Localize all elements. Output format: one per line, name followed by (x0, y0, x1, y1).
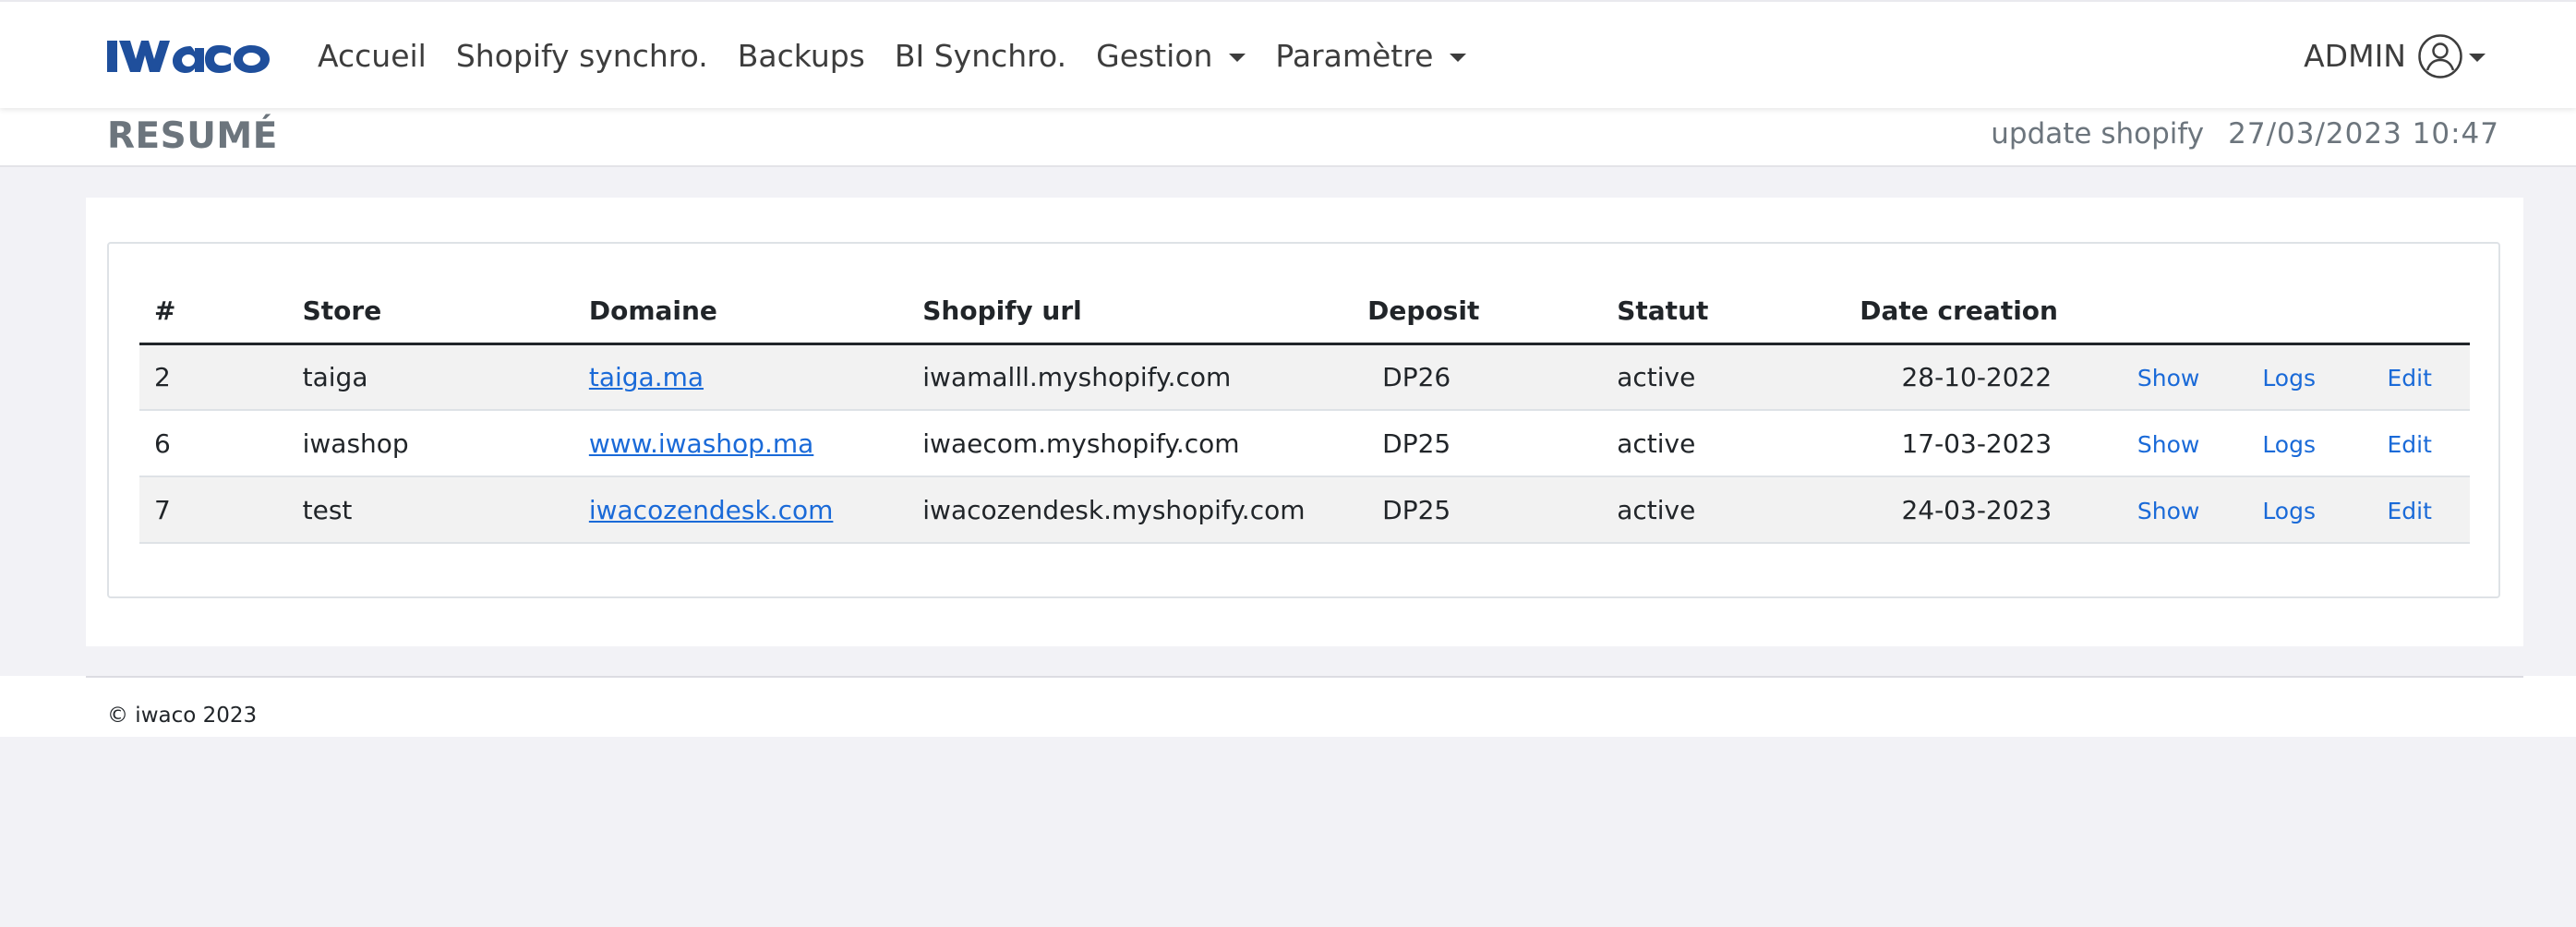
column-header-shopify-url: Shopify url (908, 279, 1354, 345)
cell-show: Show (2108, 476, 2229, 544)
column-header-action (2228, 279, 2350, 345)
column-header-date-creation: Date creation (1845, 279, 2109, 345)
nav-item-shopify-synchro[interactable]: Shopify synchro. (456, 38, 708, 74)
nav-item-label: BI Synchro. (894, 38, 1067, 74)
nav-dropdown-parametre[interactable]: Paramètre (1275, 38, 1467, 74)
nav-item-label: Accueil (318, 38, 427, 74)
update-date: 27/03/2023 10:47 (2228, 117, 2499, 150)
cell-statut: active (1602, 410, 1846, 477)
cell-store: test (287, 476, 574, 544)
column-header-action (2108, 279, 2229, 345)
cell-id: 7 (139, 476, 288, 544)
cell-store: iwashop (287, 410, 574, 477)
page-footer: © iwaco 2023 (0, 676, 2576, 737)
nav-item-label: Backups (737, 38, 865, 74)
cell-date-creation: 17-03-2023 (1845, 410, 2109, 477)
cell-edit: Edit (2349, 343, 2470, 411)
copyright-text: © iwaco 2023 (107, 704, 258, 728)
iwaco-logo-graphic (107, 41, 270, 73)
iwaco-logo[interactable] (105, 35, 273, 79)
logs-link[interactable]: Logs (2262, 498, 2316, 524)
update-shopify-info: update shopify 27/03/2023 10:47 (1991, 117, 2499, 150)
domain-link[interactable]: www.iwashop.ma (589, 428, 813, 459)
cell-domain: taiga.ma (573, 343, 909, 411)
cell-id: 6 (139, 410, 288, 477)
stores-card: # Store Domaine Shopify url Deposit Stat… (107, 242, 2500, 598)
edit-link[interactable]: Edit (2388, 365, 2432, 391)
column-header-domaine: Domaine (573, 279, 909, 345)
top-navbar: Accueil Shopify synchro. Backups BI Sync… (0, 0, 2576, 108)
cell-shopify-url: iwaecom.myshopify.com (908, 410, 1354, 477)
cell-domain: www.iwashop.ma (573, 410, 909, 477)
nav-item-bi-synchro[interactable]: BI Synchro. (895, 38, 1066, 74)
cell-date-creation: 24-03-2023 (1845, 476, 2109, 544)
cell-deposit: DP25 (1353, 476, 1603, 544)
cell-shopify-url: iwamalll.myshopify.com (908, 343, 1354, 411)
show-link[interactable]: Show (2137, 498, 2199, 524)
show-link[interactable]: Show (2137, 431, 2199, 458)
logs-link[interactable]: Logs (2262, 365, 2316, 391)
cell-date-creation: 28-10-2022 (1845, 343, 2109, 411)
column-header-store: Store (287, 279, 574, 345)
user-name-label: ADMIN (2304, 38, 2406, 74)
table-row: 7 test iwacozendesk.com iwacozendesk.mys… (139, 476, 2470, 544)
cell-store: taiga (287, 343, 574, 411)
show-link[interactable]: Show (2137, 365, 2199, 391)
table-row: 6 iwashop www.iwashop.ma iwaecom.myshopi… (139, 410, 2470, 477)
column-header-statut: Statut (1602, 279, 1846, 345)
caret-down-icon (2469, 54, 2486, 62)
edit-link[interactable]: Edit (2388, 498, 2432, 524)
cell-edit: Edit (2349, 476, 2470, 544)
cell-logs: Logs (2228, 476, 2350, 544)
table-row: 2 taiga taiga.ma iwamalll.myshopify.com … (139, 343, 2470, 411)
page-header: RESUMÉ update shopify 27/03/2023 10:47 (0, 108, 2576, 167)
logs-link[interactable]: Logs (2262, 431, 2316, 458)
stores-table: # Store Domaine Shopify url Deposit Stat… (139, 279, 2470, 544)
nav-item-label: Gestion (1096, 38, 1213, 74)
nav-item-backups[interactable]: Backups (738, 38, 865, 74)
page-title: RESUMÉ (107, 115, 278, 157)
caret-down-icon (1229, 54, 1246, 62)
cell-logs: Logs (2228, 343, 2350, 411)
cell-id: 2 (139, 343, 288, 411)
column-header-action (2349, 279, 2470, 345)
cell-deposit: DP26 (1353, 343, 1603, 411)
cell-show: Show (2108, 343, 2229, 411)
cell-show: Show (2108, 410, 2229, 477)
footer-divider (86, 676, 2523, 678)
nav-item-label: Shopify synchro. (455, 38, 708, 74)
edit-link[interactable]: Edit (2388, 431, 2432, 458)
column-header-id: # (139, 279, 288, 345)
main-nav: Accueil Shopify synchro. Backups BI Sync… (318, 2, 1496, 110)
main-content: # Store Domaine Shopify url Deposit Stat… (86, 198, 2523, 646)
cell-logs: Logs (2228, 410, 2350, 477)
nav-dropdown-gestion[interactable]: Gestion (1096, 38, 1246, 74)
nav-item-accueil[interactable]: Accueil (318, 38, 427, 74)
user-circle-icon (2417, 33, 2463, 79)
column-header-deposit: Deposit (1353, 279, 1603, 345)
update-label: update shopify (1991, 117, 2205, 150)
domain-link[interactable]: iwacozendesk.com (589, 495, 834, 525)
nav-item-label: Paramètre (1275, 38, 1434, 74)
cell-domain: iwacozendesk.com (573, 476, 909, 544)
cell-deposit: DP25 (1353, 410, 1603, 477)
user-menu-dropdown[interactable]: ADMIN (2304, 2, 2486, 110)
cell-statut: active (1602, 343, 1846, 411)
cell-shopify-url: iwacozendesk.myshopify.com (908, 476, 1354, 544)
cell-edit: Edit (2349, 410, 2470, 477)
domain-link[interactable]: taiga.ma (589, 362, 704, 392)
cell-statut: active (1602, 476, 1846, 544)
table-header-row: # Store Domaine Shopify url Deposit Stat… (139, 279, 2470, 345)
caret-down-icon (1450, 54, 1467, 62)
